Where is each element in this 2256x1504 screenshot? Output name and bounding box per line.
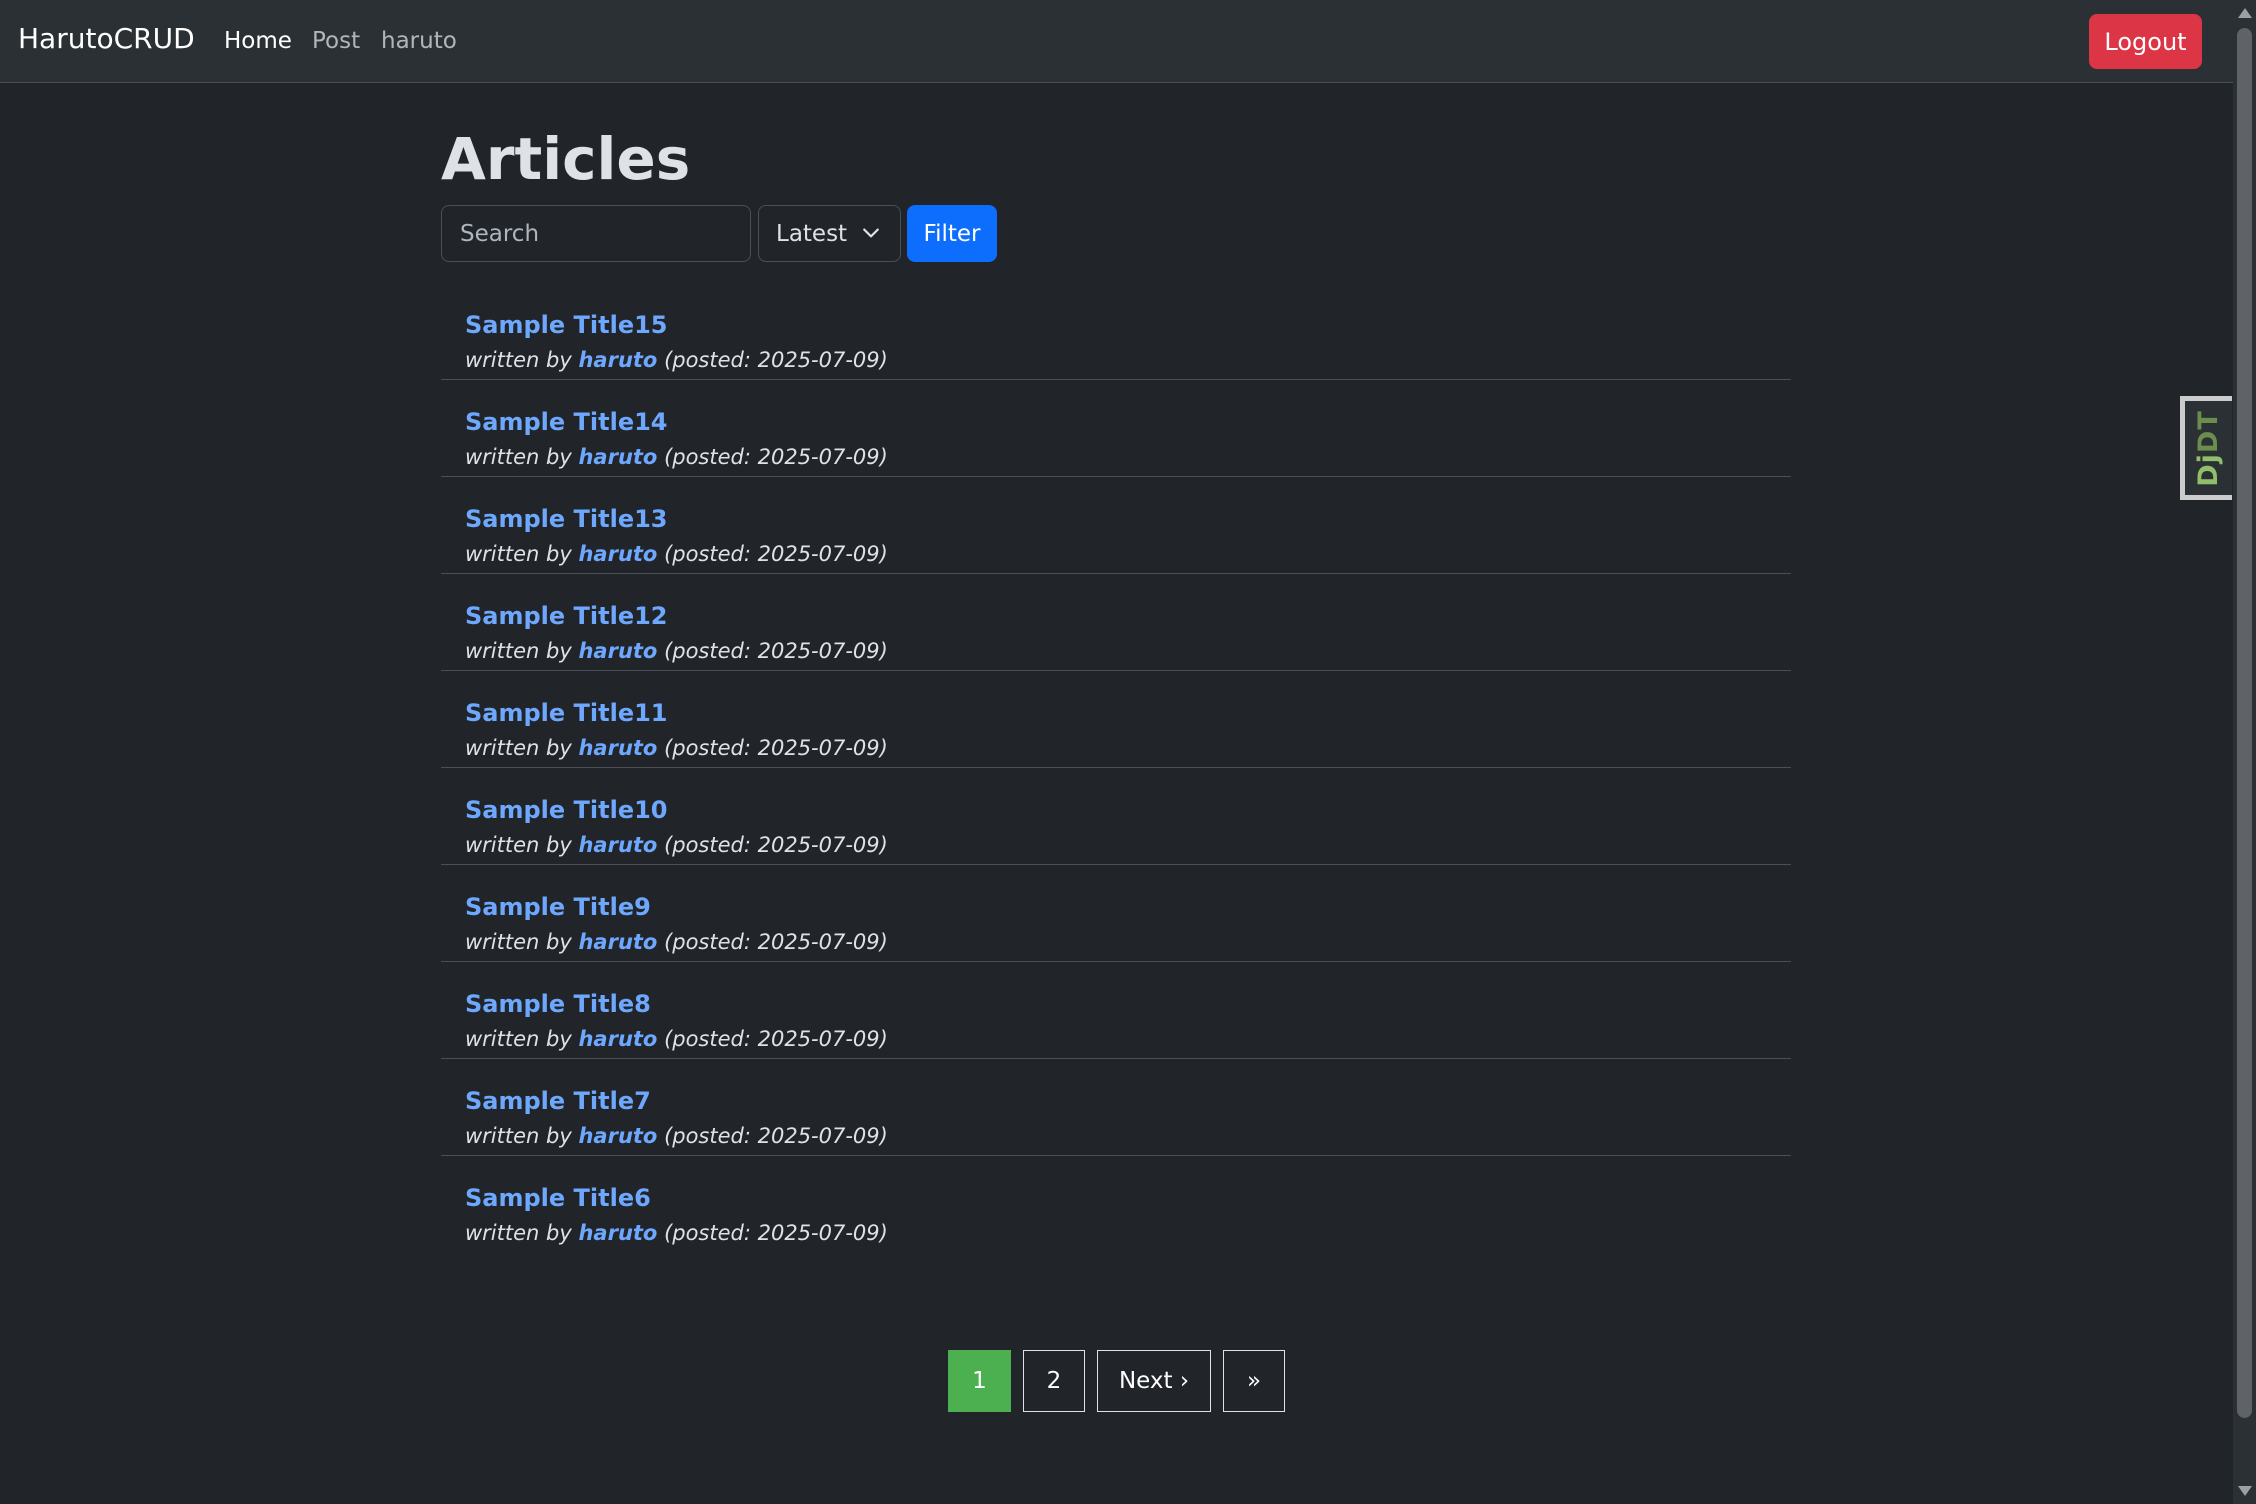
article-author-link[interactable]: haruto xyxy=(578,736,657,760)
article-byline: written by xyxy=(465,542,572,566)
article-meta: written by haruto (posted: 2025-07-09) xyxy=(465,445,888,470)
article-posted-date: (posted: 2025-07-09) xyxy=(664,1124,888,1148)
filter-button[interactable]: Filter xyxy=(907,205,997,262)
article-author-link[interactable]: haruto xyxy=(578,1124,657,1148)
article-meta: written by haruto (posted: 2025-07-09) xyxy=(465,348,888,373)
article-posted-date: (posted: 2025-07-09) xyxy=(664,1221,888,1245)
article-posted-date: (posted: 2025-07-09) xyxy=(664,736,888,760)
article-title-link[interactable]: Sample Title8 xyxy=(465,990,651,1019)
article-item: Sample Title13 written by haruto (posted:… xyxy=(441,477,1791,574)
article-byline: written by xyxy=(465,1027,572,1051)
article-posted-date: (posted: 2025-07-09) xyxy=(664,445,888,469)
sort-select[interactable]: Latest xyxy=(758,205,901,262)
article-author-link[interactable]: haruto xyxy=(578,1027,657,1051)
article-title-link[interactable]: Sample Title10 xyxy=(465,796,668,825)
article-byline: written by xyxy=(465,639,572,663)
article-item: Sample Title11 written by haruto (posted:… xyxy=(441,671,1791,768)
nav-link-home[interactable]: Home xyxy=(224,28,292,56)
logout-button[interactable]: Logout xyxy=(2089,14,2202,69)
article-item: Sample Title12 written by haruto (posted:… xyxy=(441,574,1791,671)
article-author-link[interactable]: haruto xyxy=(578,930,657,954)
article-posted-date: (posted: 2025-07-09) xyxy=(664,639,888,663)
article-meta: written by haruto (posted: 2025-07-09) xyxy=(465,1124,888,1149)
article-author-link[interactable]: haruto xyxy=(578,445,657,469)
article-byline: written by xyxy=(465,930,572,954)
article-posted-date: (posted: 2025-07-09) xyxy=(664,833,888,857)
page-2-button[interactable]: 2 xyxy=(1023,1350,1085,1412)
article-item: Sample Title14 written by haruto (posted:… xyxy=(441,380,1791,477)
article-posted-date: (posted: 2025-07-09) xyxy=(664,348,888,372)
article-item: Sample Title6 written by haruto (posted: … xyxy=(441,1156,1791,1253)
article-item: Sample Title10 written by haruto (posted:… xyxy=(441,768,1791,865)
article-meta: written by haruto (posted: 2025-07-09) xyxy=(465,1027,888,1052)
navbar: HarutoCRUD Home Post haruto Logout xyxy=(0,0,2233,83)
article-title-link[interactable]: Sample Title13 xyxy=(465,505,668,534)
article-posted-date: (posted: 2025-07-09) xyxy=(664,542,888,566)
article-title-link[interactable]: Sample Title12 xyxy=(465,602,668,631)
nav-link-user[interactable]: haruto xyxy=(381,28,457,56)
debug-toolbar-handle[interactable]: DjDT xyxy=(2180,396,2232,500)
page-scrollbar[interactable] xyxy=(2233,0,2256,1504)
sort-select-value: Latest xyxy=(776,220,848,247)
article-title-link[interactable]: Sample Title14 xyxy=(465,408,668,437)
article-byline: written by xyxy=(465,348,572,372)
last-page-button[interactable]: » xyxy=(1223,1350,1285,1412)
debug-toolbar-logo: DjDT xyxy=(2193,409,2225,487)
article-list: Sample Title15 written by haruto (posted:… xyxy=(441,283,1791,1253)
article-title-link[interactable]: Sample Title6 xyxy=(465,1184,651,1213)
article-item: Sample Title9 written by haruto (posted: … xyxy=(441,865,1791,962)
next-page-button[interactable]: Next › xyxy=(1097,1350,1211,1412)
article-meta: written by haruto (posted: 2025-07-09) xyxy=(465,1221,888,1246)
article-byline: written by xyxy=(465,736,572,760)
article-byline: written by xyxy=(465,1124,572,1148)
article-byline: written by xyxy=(465,833,572,857)
article-title-link[interactable]: Sample Title15 xyxy=(465,311,668,340)
article-meta: written by haruto (posted: 2025-07-09) xyxy=(465,833,888,858)
article-meta: written by haruto (posted: 2025-07-09) xyxy=(465,542,888,567)
nav-link-post[interactable]: Post xyxy=(312,28,360,56)
chevron-down-icon xyxy=(863,228,879,238)
brand-link[interactable]: HarutoCRUD xyxy=(18,22,195,56)
article-title-link[interactable]: Sample Title9 xyxy=(465,893,651,922)
article-author-link[interactable]: haruto xyxy=(578,1221,657,1245)
article-meta: written by haruto (posted: 2025-07-09) xyxy=(465,639,888,664)
article-item: Sample Title15 written by haruto (posted:… xyxy=(441,283,1791,380)
scroll-up-arrow-icon[interactable] xyxy=(2238,8,2252,18)
article-item: Sample Title8 written by haruto (posted: … xyxy=(441,962,1791,1059)
scroll-down-arrow-icon[interactable] xyxy=(2238,1486,2252,1496)
article-posted-date: (posted: 2025-07-09) xyxy=(664,1027,888,1051)
article-author-link[interactable]: haruto xyxy=(578,639,657,663)
article-author-link[interactable]: haruto xyxy=(578,348,657,372)
page-1-button[interactable]: 1 xyxy=(948,1350,1011,1412)
article-meta: written by haruto (posted: 2025-07-09) xyxy=(465,736,888,761)
article-title-link[interactable]: Sample Title7 xyxy=(465,1087,651,1116)
search-input[interactable] xyxy=(441,205,751,262)
article-item: Sample Title7 written by haruto (posted: … xyxy=(441,1059,1791,1156)
article-byline: written by xyxy=(465,445,572,469)
article-meta: written by haruto (posted: 2025-07-09) xyxy=(465,930,888,955)
article-byline: written by xyxy=(465,1221,572,1245)
article-title-link[interactable]: Sample Title11 xyxy=(465,699,668,728)
pagination: 1 2 Next › » xyxy=(948,1350,1285,1412)
article-author-link[interactable]: haruto xyxy=(578,542,657,566)
page-title: Articles xyxy=(441,125,691,193)
scrollbar-thumb[interactable] xyxy=(2237,28,2252,1418)
article-posted-date: (posted: 2025-07-09) xyxy=(664,930,888,954)
article-author-link[interactable]: haruto xyxy=(578,833,657,857)
